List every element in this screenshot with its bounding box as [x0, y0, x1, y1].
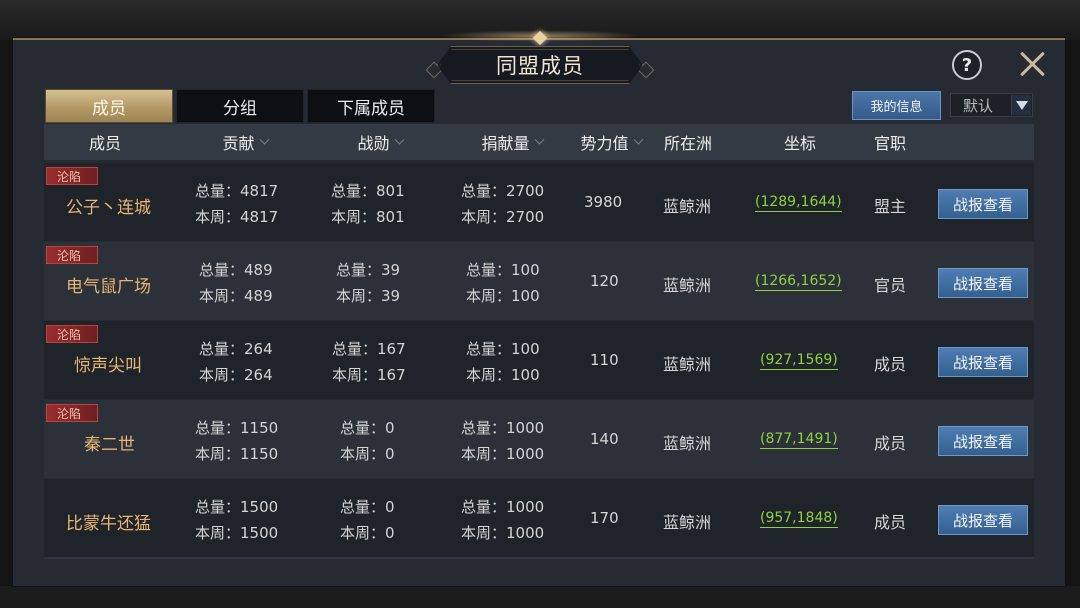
- sort-caret-icon: [534, 134, 544, 145]
- role-value: 盟主: [874, 197, 907, 216]
- role-value: 成员: [874, 513, 907, 532]
- donation-week: 本周：100: [466, 366, 540, 384]
- contribution-week: 本周：264: [199, 366, 273, 384]
- donation-total: 总量：1000: [461, 498, 545, 516]
- member-name[interactable]: 电气鼠广场: [66, 272, 151, 297]
- contribution-total: 总量：4817: [195, 182, 279, 200]
- coordinates-link[interactable]: (957,1848): [760, 510, 838, 528]
- merit-week: 本周：167: [332, 366, 406, 384]
- member-name[interactable]: 公子丶连城: [66, 193, 151, 218]
- fallen-status-badge: 沦陷: [46, 404, 98, 422]
- background-bottom: [0, 586, 1080, 608]
- my-info-button[interactable]: 我的信息: [852, 91, 941, 120]
- region-value: 蓝鲸洲: [663, 355, 712, 374]
- table-bottom-divider: [44, 557, 1034, 559]
- contribution-total: 总量：264: [199, 340, 273, 358]
- member-name[interactable]: 秦二世: [84, 430, 135, 455]
- donation-week: 本周：2700: [461, 208, 545, 226]
- coordinates-link[interactable]: (877,1491): [760, 431, 838, 449]
- merit-total: 总量：801: [331, 182, 405, 200]
- power-value: 110: [590, 351, 619, 369]
- member-name[interactable]: 比蒙牛还猛: [66, 509, 151, 534]
- donation-week: 本周：1000: [461, 524, 545, 542]
- power-value: 120: [590, 272, 619, 290]
- power-value: 140: [590, 430, 619, 448]
- contribution-week: 本周：1500: [195, 524, 279, 542]
- fallen-status-badge: 沦陷: [46, 325, 98, 343]
- region-value: 蓝鲸洲: [663, 197, 712, 216]
- view-battle-report-button[interactable]: 战报查看: [938, 426, 1028, 456]
- contribution-week: 本周：4817: [195, 208, 279, 226]
- donation-total: 总量：1000: [461, 419, 545, 437]
- page-title: 同盟成员: [496, 54, 584, 78]
- coordinates-link[interactable]: (1289,1644): [755, 194, 842, 212]
- fallen-status-badge: 沦陷: [46, 167, 98, 185]
- sort-select-value: 默认: [963, 96, 994, 115]
- merit-week: 本周：39: [336, 287, 401, 305]
- donation-total: 总量：2700: [461, 182, 545, 200]
- role-value: 成员: [874, 355, 907, 374]
- view-battle-report-button[interactable]: 战报查看: [938, 189, 1028, 219]
- header-power[interactable]: 势力值: [566, 124, 656, 160]
- header-region: 所在洲: [663, 134, 712, 153]
- header-coordinates: 坐标: [783, 134, 816, 153]
- power-value: 3980: [584, 193, 623, 211]
- region-value: 蓝鲸洲: [663, 434, 712, 453]
- role-value: 官员: [874, 276, 907, 295]
- sort-dropdown-button[interactable]: [1011, 95, 1031, 115]
- merit-total: 总量：0: [340, 419, 395, 437]
- view-battle-report-button[interactable]: 战报查看: [938, 505, 1028, 535]
- chevron-down-icon: [1015, 100, 1028, 110]
- header-role: 官职: [873, 134, 906, 153]
- region-value: 蓝鲸洲: [663, 513, 712, 532]
- help-button[interactable]: ?: [952, 50, 982, 80]
- contribution-total: 总量：489: [199, 261, 273, 279]
- header-merit[interactable]: 战勋: [335, 124, 425, 160]
- merit-week: 本周：801: [331, 208, 405, 226]
- role-value: 成员: [874, 434, 907, 453]
- donation-total: 总量：100: [466, 340, 540, 358]
- merit-total: 总量：39: [336, 261, 401, 279]
- fallen-status-badge: 沦陷: [46, 246, 98, 264]
- sort-caret-icon: [633, 134, 643, 145]
- donation-total: 总量：100: [466, 261, 540, 279]
- header-member[interactable]: 成员: [60, 124, 150, 160]
- contribution-week: 本周：1150: [195, 445, 279, 463]
- header-donation[interactable]: 捐献量: [462, 124, 562, 160]
- power-value: 170: [590, 509, 619, 527]
- merit-total: 总量：0: [340, 498, 395, 516]
- question-icon: ?: [961, 54, 973, 76]
- coordinates-link[interactable]: (1266,1652): [755, 273, 842, 291]
- sort-caret-icon: [394, 134, 404, 145]
- coordinates-link[interactable]: (927,1569): [760, 352, 838, 370]
- tab-subordinates[interactable]: 下属成员: [307, 89, 435, 123]
- contribution-total: 总量：1500: [195, 498, 279, 516]
- contribution-total: 总量：1150: [195, 419, 279, 437]
- merit-week: 本周：0: [340, 445, 395, 463]
- view-battle-report-button[interactable]: 战报查看: [938, 347, 1028, 377]
- tab-groups[interactable]: 分组: [176, 89, 304, 123]
- close-button[interactable]: [1017, 48, 1049, 80]
- merit-total: 总量：167: [332, 340, 406, 358]
- donation-week: 本周：1000: [461, 445, 545, 463]
- region-value: 蓝鲸洲: [663, 276, 712, 295]
- contribution-week: 本周：489: [199, 287, 273, 305]
- member-name[interactable]: 惊声尖叫: [74, 351, 142, 376]
- header-contribution[interactable]: 贡献: [200, 124, 290, 160]
- donation-week: 本周：100: [466, 287, 540, 305]
- tab-members[interactable]: 成员: [45, 89, 173, 123]
- merit-week: 本周：0: [340, 524, 395, 542]
- view-battle-report-button[interactable]: 战报查看: [938, 268, 1028, 298]
- sort-caret-icon: [259, 134, 269, 145]
